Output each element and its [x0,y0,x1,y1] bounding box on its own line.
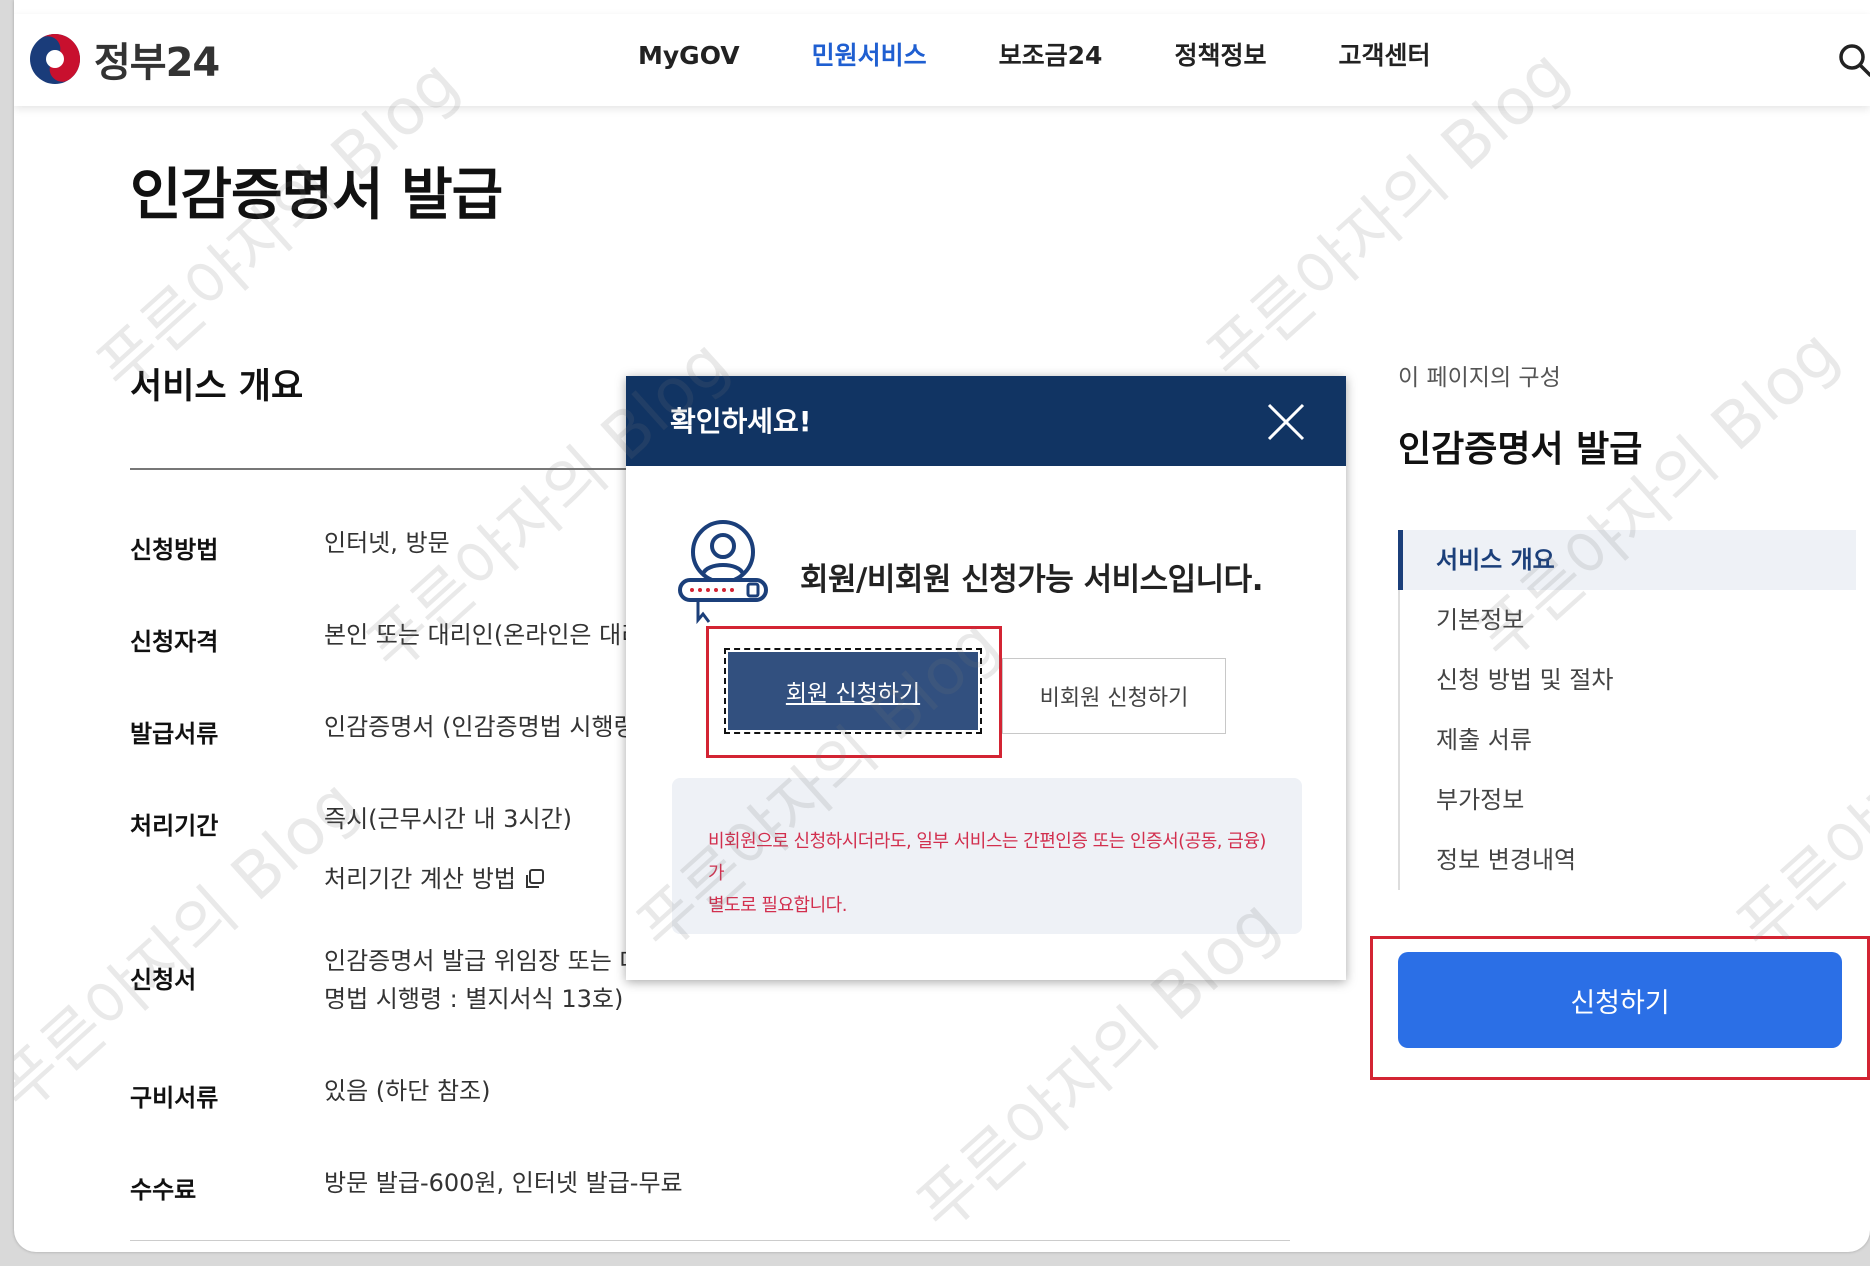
toc-item-overview[interactable]: 서비스 개요 [1398,530,1856,590]
nav-mygov[interactable]: MyGOV [638,36,740,76]
row-value-required-docs: 있음 (하단 참조) [324,1077,491,1105]
search-icon[interactable] [1836,40,1870,80]
row-value-processing: 즉시(근무시간 내 3시간) [324,805,572,833]
processing-calc-label: 처리기간 계산 방법 [324,865,516,893]
nav-policy[interactable]: 정책정보 [1174,36,1266,76]
guest-apply-button[interactable]: 비회원 신청하기 [1002,658,1226,734]
toc-item-method[interactable]: 신청 방법 및 절차 [1400,650,1856,710]
main-nav: MyGOV 민원서비스 보조금24 정책정보 고객센터 [638,36,1502,76]
notice-box: 비회원으로 신청하시더라도, 일부 서비스는 간편인증 또는 인증서(공동, 금… [672,778,1302,934]
row-value-application-form: 인감증명서 발급 위임장 또는 대 [324,947,642,975]
row-value-documents: 인감증명서 (인감증명법 시행령 [324,713,636,741]
row-value-eligibility: 본인 또는 대리인(온라인은 대리 [324,621,644,649]
site-header: 정부24 MyGOV 민원서비스 보조금24 정책정보 고객센터 [14,14,1870,106]
browser-page: 정부24 MyGOV 민원서비스 보조금24 정책정보 고객센터 인감증명서 발… [14,0,1870,1252]
row-value-application-form-2: 명법 시행령 : 별지서식 13호) [324,985,624,1013]
nav-civil-service[interactable]: 민원서비스 [812,36,927,76]
copy-icon [525,869,544,888]
row-label-application-form: 신청서 [130,966,197,994]
close-icon[interactable] [1266,402,1306,442]
modal-header: 확인하세요! [626,376,1346,466]
row-label-processing: 처리기간 [130,812,219,840]
toc-item-additional[interactable]: 부가정보 [1400,770,1856,830]
apply-button[interactable]: 신청하기 [1398,952,1842,1048]
nav-customer-center[interactable]: 고객센터 [1338,36,1430,76]
member-apply-button[interactable]: 회원 신청하기 [724,648,982,734]
taegeuk-logo-icon [30,34,80,84]
row-label-required-docs: 구비서류 [130,1084,219,1112]
row-label-documents: 발급서류 [130,720,219,748]
row-value-method: 인터넷, 방문 [324,529,450,557]
row-label-eligibility: 신청자격 [130,628,219,656]
member-login-icon [678,520,768,625]
modal-message: 회원/비회원 신청가능 서비스입니다. [800,562,1263,598]
toc-title: 인감증명서 발급 [1398,429,1643,470]
toc-item-documents[interactable]: 제출 서류 [1400,710,1856,770]
confirm-modal: 확인하세요! 회원/비회원 신청가능 서비스입니다. 회원 신청하기 비회원 신… [626,376,1346,980]
section-title: 서비스 개요 [130,367,304,407]
notice-text: 비회원으로 신청하시더라도, 일부 서비스는 간편인증 또는 인증서(공동, 금… [708,826,1278,922]
page-title: 인감증명서 발급 [130,163,503,228]
row-value-fee: 방문 발급-600원, 인터넷 발급-무료 [324,1169,683,1197]
toc-item-basic-info[interactable]: 기본정보 [1400,590,1856,650]
row-label-fee: 수수료 [130,1176,197,1204]
notice-line-2: 별도로 필요합니다. [708,895,847,916]
logo-text: 정부24 [94,40,220,86]
toc-item-change-history[interactable]: 정보 변경내역 [1400,830,1856,890]
processing-calc-link[interactable]: 처리기간 계산 방법 [324,860,546,898]
notice-line-1: 비회원으로 신청하시더라도, 일부 서비스는 간편인증 또는 인증서(공동, 금… [708,831,1266,884]
bottom-divider [130,1240,1290,1241]
row-label-method: 신청방법 [130,536,219,564]
nav-subsidy[interactable]: 보조금24 [999,36,1103,76]
toc-list: 서비스 개요 기본정보 신청 방법 및 절차 제출 서류 부가정보 정보 변경내… [1398,530,1856,890]
modal-title: 확인하세요! [670,405,812,438]
toc-caption: 이 페이지의 구성 [1398,365,1561,391]
site-logo[interactable]: 정부24 [28,26,220,92]
